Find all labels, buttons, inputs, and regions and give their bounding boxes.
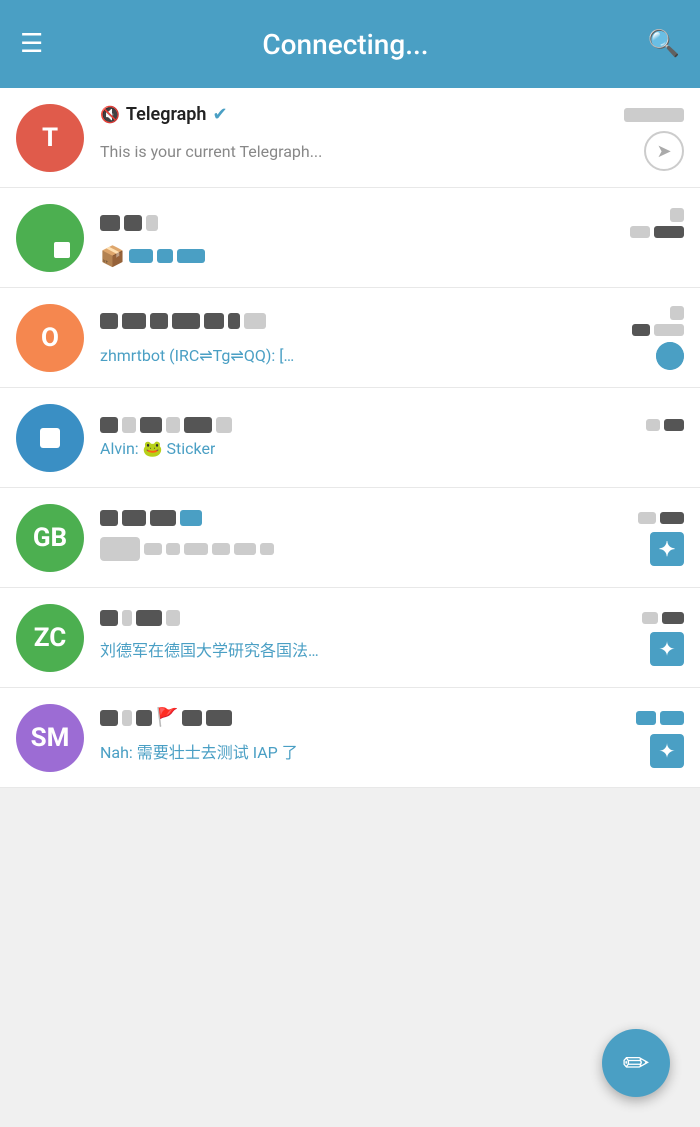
avatar-telegraph: T — [16, 104, 84, 172]
avatar-3: O — [16, 304, 84, 372]
chat-content-6: 刘德军在德国大学研究各国法… ✦ — [100, 610, 684, 666]
avatar-6: ZC — [16, 604, 84, 672]
chat-time-telegraph — [624, 107, 684, 123]
chat-item-5[interactable]: GB — [0, 488, 700, 588]
chat-preview-3: zhmrtbot (IRC⇌Tg⇌QQ): [… — [100, 346, 294, 365]
share-button-telegraph[interactable]: ➤ — [644, 131, 684, 171]
avatar-2 — [16, 204, 84, 272]
chat-content-2: 📦 — [100, 208, 684, 268]
chat-item-6[interactable]: ZC 刘德军在德 — [0, 588, 700, 688]
unread-badge-3 — [656, 342, 684, 370]
chat-preview-4: Alvin: 🐸 Sticker — [100, 439, 215, 458]
mute-icon: 🔇 — [100, 105, 120, 124]
chat-content-7: 🚩 Nah: 需要壮士去测试 IAP 了 ✦ — [100, 707, 684, 768]
avatar-5: GB — [16, 504, 84, 572]
avatar-7: SM — [16, 704, 84, 772]
chat-content-5: ✦ — [100, 510, 684, 566]
chat-name-telegraph: Telegraph — [126, 104, 207, 125]
verified-icon: ✔ — [212, 104, 227, 125]
chat-content-3: zhmrtbot (IRC⇌Tg⇌QQ): [… — [100, 306, 684, 370]
chat-item-2[interactable]: 📦 — [0, 188, 700, 288]
chat-item-4[interactable]: Alvin: 🐸 Sticker — [0, 388, 700, 488]
unread-badge-6: ✦ — [650, 632, 684, 666]
chat-content-4: Alvin: 🐸 Sticker — [100, 417, 684, 458]
chat-item-telegraph[interactable]: T 🔇 Telegraph ✔ This is your current Tel… — [0, 88, 700, 188]
chat-preview-7: Nah: 需要壮士去测试 IAP 了 — [100, 739, 298, 763]
avatar-4 — [16, 404, 84, 472]
menu-icon[interactable]: ☰ — [20, 31, 43, 57]
chat-preview-6: 刘德军在德国大学研究各国法… — [100, 637, 319, 661]
unread-badge-5: ✦ — [650, 532, 684, 566]
chat-content-telegraph: 🔇 Telegraph ✔ This is your current Teleg… — [100, 104, 684, 171]
unread-badge-7: ✦ — [650, 734, 684, 768]
header: ☰ Connecting... 🔍 — [0, 0, 700, 88]
chat-item-3[interactable]: O — [0, 288, 700, 388]
search-icon[interactable]: 🔍 — [648, 29, 680, 59]
compose-fab[interactable]: ✏ — [602, 1029, 670, 1097]
chat-item-7[interactable]: SM 🚩 — [0, 688, 700, 788]
chat-preview-telegraph: This is your current Telegraph... — [100, 142, 322, 161]
header-title: Connecting... — [43, 28, 647, 61]
chat-list: T 🔇 Telegraph ✔ This is your current Tel… — [0, 88, 700, 788]
